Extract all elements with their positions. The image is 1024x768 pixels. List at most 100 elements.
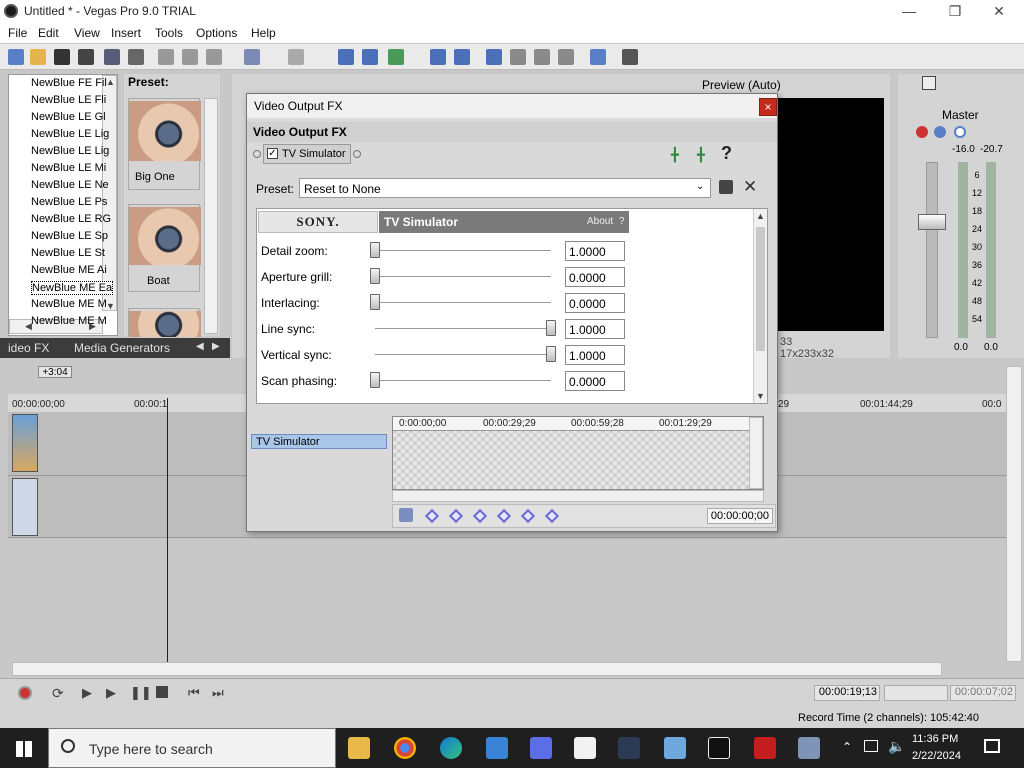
fx-list-item[interactable]: NewBlue ME Ai xyxy=(31,264,107,276)
prev-keyframe-icon[interactable] xyxy=(448,508,464,524)
record-icon[interactable] xyxy=(18,686,32,700)
zoom-tool-icon[interactable] xyxy=(558,49,574,65)
edge-icon[interactable] xyxy=(440,737,462,759)
fx-list-item[interactable]: NewBlue LE Sp xyxy=(31,230,108,242)
fx-list-item[interactable]: NewBlue LE Ne xyxy=(31,179,109,191)
keyframe-ruler[interactable]: 0:00:00;00 00:00:29;29 00:00:59;28 00:01… xyxy=(393,417,749,431)
fx-list-item[interactable]: NewBlue LE Gl xyxy=(31,111,106,123)
first-keyframe-icon[interactable] xyxy=(424,508,440,524)
7zip-icon[interactable] xyxy=(708,737,730,759)
selection-tool-icon[interactable] xyxy=(534,49,550,65)
windows-start-icon[interactable] xyxy=(16,741,32,757)
taskbar-search-box[interactable]: Type here to search xyxy=(48,728,336,768)
video-clip-thumbnail[interactable] xyxy=(12,414,38,472)
fx-list-item[interactable]: NewBlue LE St xyxy=(31,247,105,259)
dialog-title-bar[interactable]: Video Output FX × xyxy=(247,94,777,118)
slider-track[interactable] xyxy=(375,250,551,251)
paste-icon[interactable] xyxy=(206,49,222,65)
camera-icon[interactable] xyxy=(798,737,820,759)
clipchamp-icon[interactable] xyxy=(530,737,552,759)
preview-quality-dropdown[interactable]: Preview (Auto) xyxy=(702,78,781,92)
kf-vscrollbar[interactable] xyxy=(749,417,763,489)
go-to-start-icon[interactable]: ⏮ xyxy=(188,685,200,701)
network-icon[interactable] xyxy=(864,740,878,752)
solo-icon[interactable] xyxy=(954,126,966,138)
redo-icon[interactable] xyxy=(288,49,304,65)
fx-list-item[interactable]: NewBlue LE Fli xyxy=(31,94,106,106)
add-keyframe-icon[interactable] xyxy=(520,508,536,524)
fx-list-item[interactable]: NewBlue ME Ea xyxy=(31,281,114,295)
tab-prev-icon[interactable]: ◀ xyxy=(196,341,204,352)
vegas-taskbar-icon[interactable] xyxy=(618,737,640,759)
param-value-field[interactable]: 0.0000 xyxy=(565,371,625,391)
params-scroll-thumb[interactable] xyxy=(756,227,765,351)
keyframe-track-tv-simulator[interactable]: TV Simulator xyxy=(251,434,387,449)
master-fader-thumb[interactable] xyxy=(918,214,946,230)
slider-thumb[interactable] xyxy=(370,268,380,284)
scroll-up-icon[interactable]: ▲ xyxy=(756,211,765,221)
tab-next-icon[interactable]: ▶ xyxy=(212,341,220,352)
timeline-vscrollbar[interactable] xyxy=(1006,366,1022,662)
help-contents-icon[interactable] xyxy=(590,49,606,65)
sync-cursor-icon[interactable] xyxy=(399,508,413,522)
3d-viewer-icon[interactable] xyxy=(664,737,686,759)
kf-hscrollbar[interactable] xyxy=(392,490,764,502)
param-value-field[interactable]: 0.0000 xyxy=(565,267,625,287)
play-from-start-icon[interactable]: ▶ xyxy=(82,685,92,701)
edit-tool-icon[interactable] xyxy=(362,49,378,65)
menu-tools[interactable]: Tools xyxy=(155,26,183,40)
remove-plugin-icon[interactable]: ╋ xyxy=(697,147,705,163)
param-value-field[interactable]: 1.0000 xyxy=(565,345,625,365)
preset-scrollbar[interactable] xyxy=(204,98,218,334)
notifications-icon[interactable] xyxy=(984,739,1000,753)
filezilla-icon[interactable] xyxy=(754,737,776,759)
go-to-end-icon[interactable]: ⏭ xyxy=(212,685,224,701)
copy-icon[interactable] xyxy=(182,49,198,65)
slider-thumb[interactable] xyxy=(370,372,380,388)
master-fx-icon[interactable] xyxy=(916,126,928,138)
lock-envelopes-icon[interactable] xyxy=(430,49,446,65)
volume-icon[interactable]: 🔈 xyxy=(888,738,905,755)
slider-thumb[interactable] xyxy=(370,294,380,310)
fx-chain-tv-simulator[interactable]: ✓ TV Simulator xyxy=(263,144,351,164)
menu-insert[interactable]: Insert xyxy=(111,26,141,40)
fx-list-item[interactable]: NewBlue LE Ps xyxy=(31,196,107,208)
fx-list-item[interactable]: NewBlue ME M xyxy=(31,298,107,310)
video-fx-list[interactable]: ▲ ▼ ◀ ▶ NewBlue FE Fil NewBlue LE Fli NewB… xyxy=(8,74,118,336)
fx-enable-checkbox[interactable]: ✓ xyxy=(267,148,278,159)
preset-dropdown[interactable]: Reset to None ⌄ xyxy=(299,178,711,198)
clock-date[interactable]: 2/22/2024 xyxy=(912,750,961,762)
close-window-button[interactable]: ✕ xyxy=(976,0,1022,24)
fx-list-item[interactable]: NewBlue LE RG xyxy=(31,213,111,225)
menu-view[interactable]: View xyxy=(74,26,100,40)
save-as-icon[interactable] xyxy=(78,49,94,65)
next-keyframe-icon[interactable] xyxy=(472,508,488,524)
open-folder-icon[interactable] xyxy=(30,49,46,65)
menu-file[interactable]: File xyxy=(8,26,27,40)
cursor-time-field[interactable]: 00:00:19;13 xyxy=(814,685,880,701)
plugin-chain-icon[interactable]: ╋ xyxy=(671,147,679,163)
render-icon[interactable] xyxy=(104,49,120,65)
about-help-icon[interactable]: ? xyxy=(619,216,625,227)
menu-help[interactable]: Help xyxy=(251,26,276,40)
master-fader-track[interactable] xyxy=(926,162,938,338)
cut-icon[interactable] xyxy=(158,49,174,65)
play-icon[interactable]: ▶ xyxy=(106,685,116,701)
preset-thumb-3[interactable] xyxy=(128,308,201,337)
slider-track[interactable] xyxy=(375,354,551,355)
loop-icon[interactable]: ⟳ xyxy=(52,685,64,702)
mute-icon[interactable] xyxy=(934,126,946,138)
audio-clip[interactable] xyxy=(12,478,38,536)
tray-chevron-icon[interactable]: ⌃ xyxy=(842,740,852,754)
slider-track[interactable] xyxy=(375,302,551,303)
properties-icon[interactable] xyxy=(128,49,144,65)
fx-list-item[interactable]: NewBlue LE Mi xyxy=(31,162,106,174)
chrome-icon[interactable] xyxy=(394,737,416,759)
file-explorer-icon[interactable] xyxy=(348,737,370,759)
slider-track[interactable] xyxy=(375,328,551,329)
undo-icon[interactable] xyxy=(244,49,260,65)
tab-video-fx[interactable]: ideo FX xyxy=(8,341,49,355)
new-project-icon[interactable] xyxy=(8,49,24,65)
stop-icon[interactable] xyxy=(156,686,168,698)
delete-preset-icon[interactable]: ✕ xyxy=(743,177,757,197)
